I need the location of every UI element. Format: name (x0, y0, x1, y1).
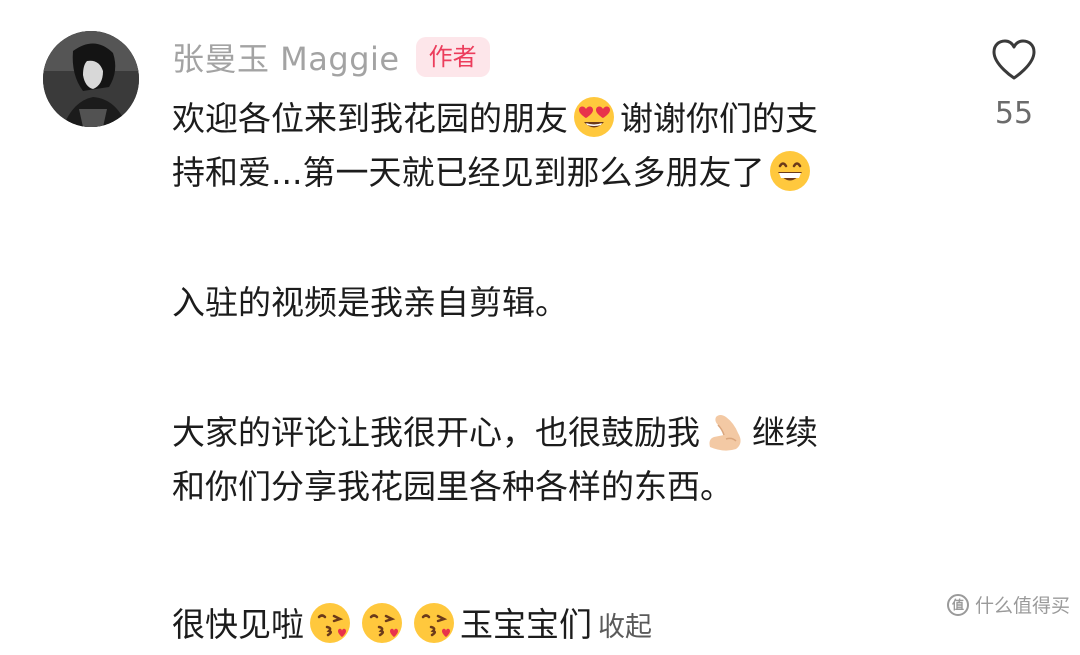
author-avatar[interactable] (43, 31, 139, 127)
comment-body: 欢迎各位来到我花园的朋友 谢谢你们的支 持和爱...第一天就已经见到那么多朋友了… (172, 92, 932, 652)
like-count: 55 (994, 96, 1034, 131)
grinning-emoji (768, 149, 812, 193)
collapse-button[interactable]: 收起 (598, 612, 652, 643)
comment-text: 入驻的视频是我亲自剪辑。 (172, 283, 568, 322)
comment-line-6: 很快见啦 玉宝宝们 收起 (172, 598, 932, 652)
watermark-text: 什么值得买 (974, 595, 1070, 617)
kissing-heart-emoji (308, 601, 352, 645)
comment-text: 持和爱...第一天就已经见到那么多朋友了 (172, 153, 765, 192)
avatar-portrait (43, 31, 139, 127)
comment-text: 和你们分享我花园里各种各样的东西。 (172, 467, 733, 506)
kissing-heart-emoji (412, 601, 456, 645)
comment-line-3: 入驻的视频是我亲自剪辑。 (172, 276, 932, 330)
comment-text: 大家的评论让我很开心，也很鼓励我 (172, 413, 700, 452)
comment-line-5: 和你们分享我花园里各种各样的东西。 (172, 460, 932, 514)
heart-outline-icon[interactable] (988, 38, 1040, 82)
comment-text: 谢谢你们的支 (620, 99, 818, 138)
like-button[interactable]: 55 (988, 38, 1040, 131)
watermark-logo-icon: 值 (946, 593, 969, 616)
comment-text: 很快见啦 (172, 605, 304, 644)
comment-line-1: 欢迎各位来到我花园的朋友 谢谢你们的支 (172, 92, 932, 146)
heart-eyes-emoji (572, 95, 616, 139)
comment-line-4: 大家的评论让我很开心，也很鼓励我 继续 (172, 406, 932, 460)
site-watermark: 值 什么值得买 (946, 591, 1070, 618)
comment-line-2: 持和爱...第一天就已经见到那么多朋友了 (172, 146, 932, 200)
kissing-heart-emoji (360, 601, 404, 645)
author-name[interactable]: 张曼玉 Maggie (172, 34, 400, 80)
flexed-biceps-emoji (704, 409, 748, 453)
comment-text: 继续 (752, 413, 818, 452)
comment-header: 张曼玉 Maggie 作者 (172, 34, 490, 80)
comment-text: 欢迎各位来到我花园的朋友 (172, 99, 568, 138)
author-badge: 作者 (415, 37, 490, 77)
comment-text: 玉宝宝们 (460, 605, 592, 644)
